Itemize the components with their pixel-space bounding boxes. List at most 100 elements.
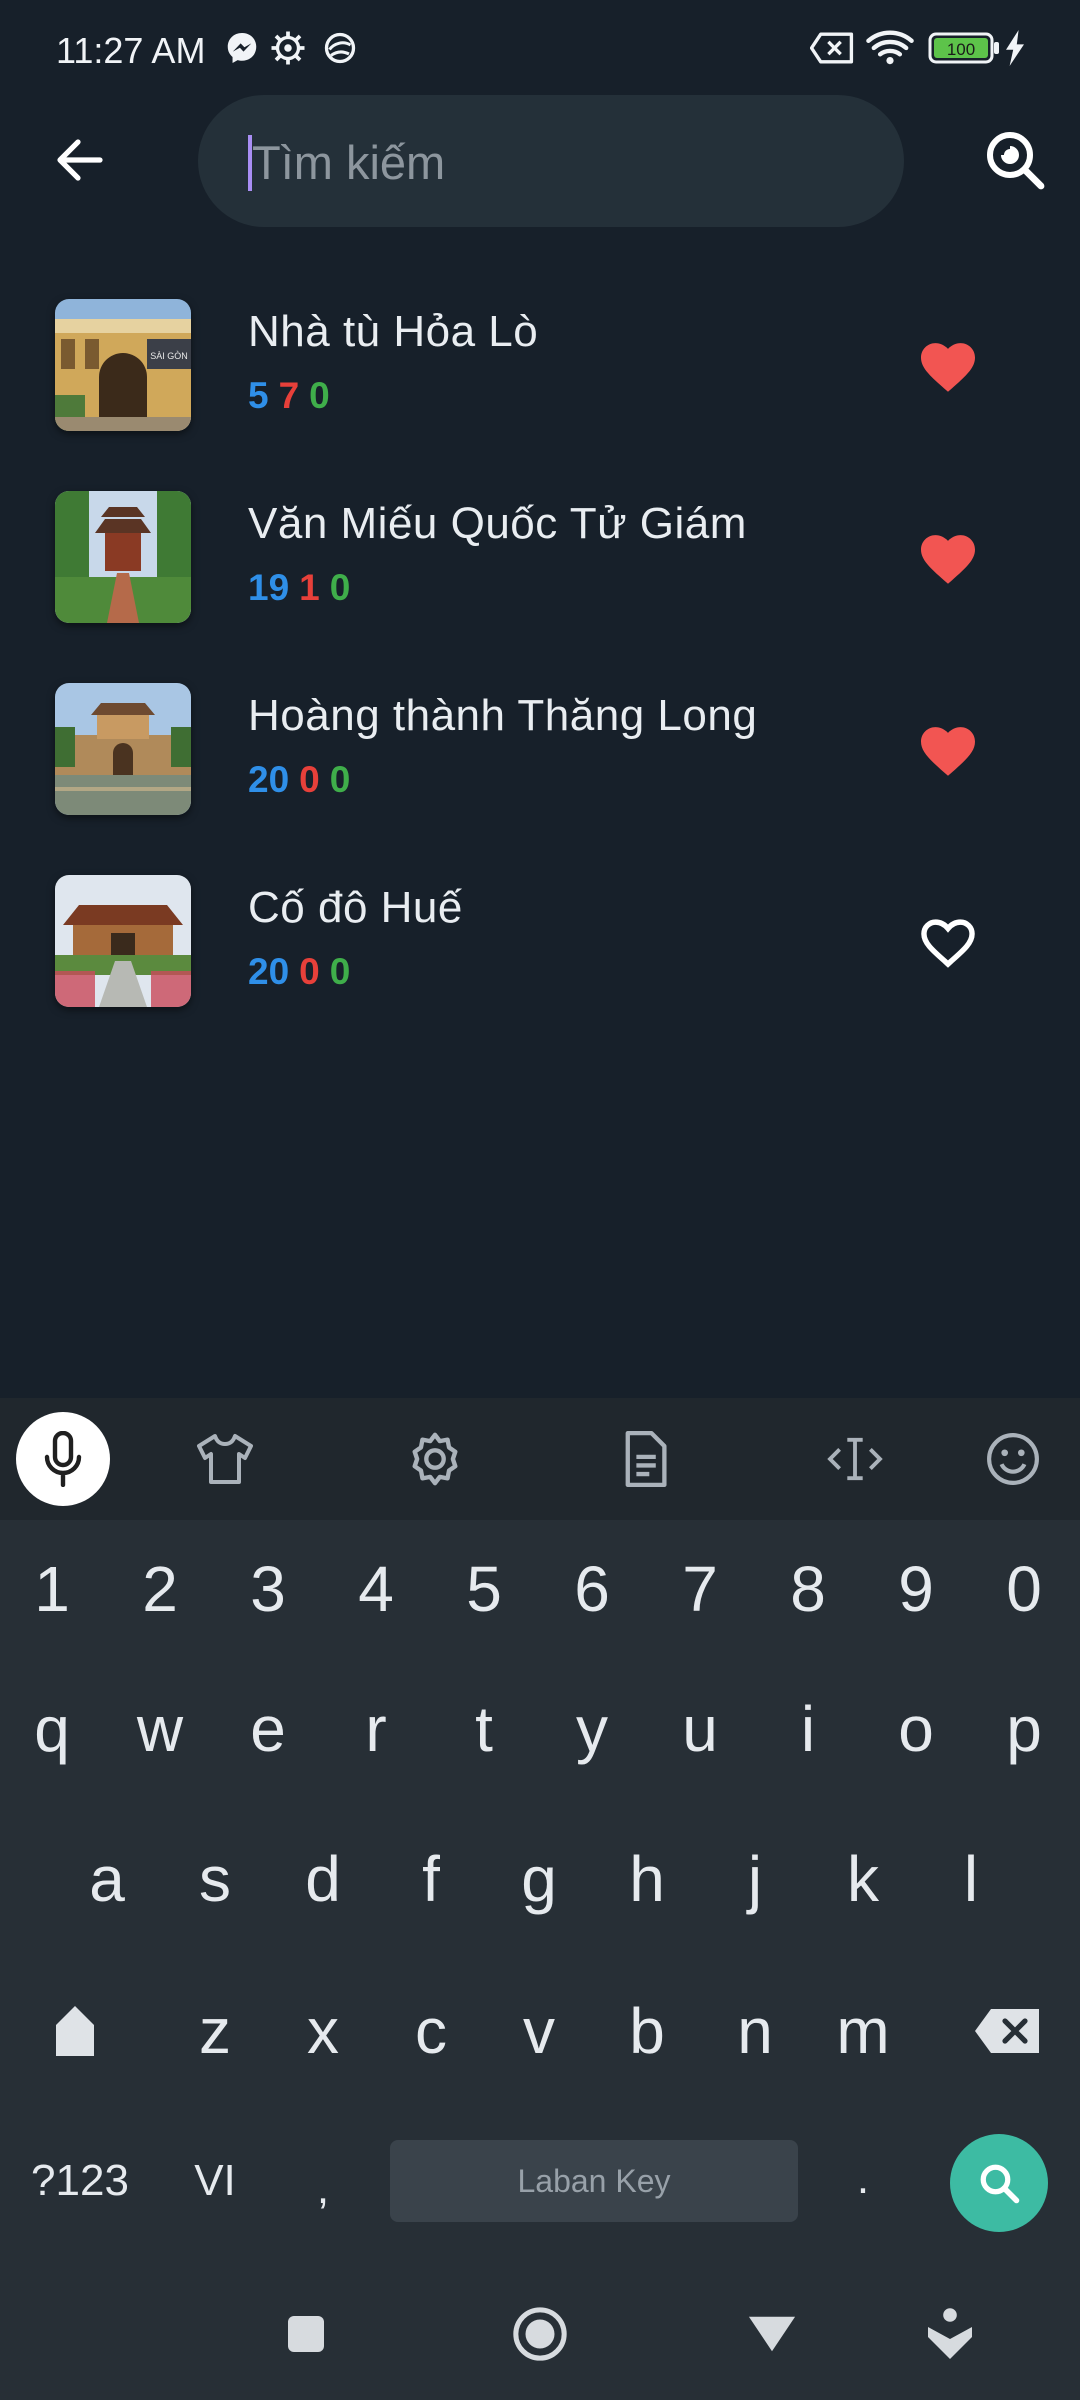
shift-key[interactable] bbox=[30, 1986, 120, 2076]
keyboard-settings-button[interactable] bbox=[390, 1416, 480, 1502]
count-green: 0 bbox=[309, 375, 330, 416]
keyboard-search-key[interactable] bbox=[950, 2134, 1048, 2232]
count-red: 0 bbox=[299, 951, 320, 992]
heart-outline-icon bbox=[921, 919, 975, 968]
key-0[interactable]: 0 bbox=[979, 1544, 1069, 1634]
list-item[interactable]: SÀI GÒN Nhà tù Hỏa Lò 570 bbox=[0, 285, 1080, 477]
place-name: Hoàng thành Thăng Long bbox=[248, 691, 758, 740]
nav-hide-keyboard-button[interactable] bbox=[732, 2304, 812, 2364]
cursor-move-button[interactable] bbox=[810, 1416, 900, 1502]
space-key[interactable]: Laban Key bbox=[390, 2140, 798, 2222]
place-name: Cố đô Huế bbox=[248, 883, 463, 932]
key-v[interactable]: v bbox=[494, 1986, 584, 2076]
key-r[interactable]: r bbox=[331, 1684, 421, 1774]
key-e[interactable]: e bbox=[223, 1684, 313, 1774]
key-m[interactable]: m bbox=[818, 1986, 908, 2076]
comma-key[interactable]: , bbox=[278, 2144, 368, 2234]
count-red: 7 bbox=[278, 375, 300, 416]
arrow-left-icon bbox=[57, 139, 103, 181]
list-item[interactable]: Văn Miếu Quốc Tử Giám 19 1 0 bbox=[0, 477, 1080, 669]
key-2[interactable]: 2 bbox=[115, 1544, 205, 1634]
document-icon bbox=[625, 1431, 667, 1487]
key-a[interactable]: a bbox=[62, 1834, 152, 1924]
text-cursor-icon bbox=[827, 1437, 883, 1481]
key-n[interactable]: n bbox=[710, 1986, 800, 2076]
key-b[interactable]: b bbox=[602, 1986, 692, 2076]
place-counts: 20 0 0 bbox=[248, 759, 360, 801]
key-k[interactable]: k bbox=[818, 1834, 908, 1924]
heart-filled-icon bbox=[921, 343, 975, 392]
messenger-icon bbox=[224, 30, 260, 71]
nav-accessibility-button[interactable] bbox=[910, 2304, 990, 2364]
key-s[interactable]: s bbox=[170, 1834, 260, 1924]
search-box[interactable] bbox=[198, 95, 904, 229]
clipboard-button[interactable] bbox=[600, 1416, 690, 1502]
key-q[interactable]: q bbox=[7, 1684, 97, 1774]
place-counts: 20 0 0 bbox=[248, 951, 360, 993]
key-9[interactable]: 9 bbox=[871, 1544, 961, 1634]
key-1[interactable]: 1 bbox=[7, 1544, 97, 1634]
place-thumbnail bbox=[55, 875, 191, 1007]
symbols-key[interactable]: ?123 bbox=[28, 2136, 132, 2226]
battery-level: 100 bbox=[947, 40, 975, 59]
shift-icon bbox=[56, 2006, 94, 2056]
place-counts: 570 bbox=[248, 375, 340, 417]
count-red: 0 bbox=[299, 759, 320, 800]
key-y[interactable]: y bbox=[547, 1684, 637, 1774]
top-app-bar bbox=[0, 90, 1080, 230]
favorite-button[interactable] bbox=[912, 333, 984, 399]
voice-input-button[interactable] bbox=[16, 1412, 110, 1506]
square-icon bbox=[288, 2316, 324, 2352]
favorite-button[interactable] bbox=[912, 525, 984, 591]
nav-recents-button[interactable] bbox=[266, 2304, 346, 2364]
key-7[interactable]: 7 bbox=[655, 1544, 745, 1634]
nav-home-button[interactable] bbox=[500, 2304, 580, 2364]
key-6[interactable]: 6 bbox=[547, 1544, 637, 1634]
place-name: Văn Miếu Quốc Tử Giám bbox=[248, 499, 747, 548]
key-c[interactable]: c bbox=[386, 1986, 476, 2076]
key-g[interactable]: g bbox=[494, 1834, 584, 1924]
key-d[interactable]: d bbox=[278, 1834, 368, 1924]
svg-text:SÀI GÒN: SÀI GÒN bbox=[150, 351, 188, 361]
search-input[interactable] bbox=[250, 95, 854, 229]
backspace-key[interactable] bbox=[962, 1986, 1052, 2076]
key-4[interactable]: 4 bbox=[331, 1544, 421, 1634]
list-item[interactable]: Hoàng thành Thăng Long 20 0 0 bbox=[0, 669, 1080, 861]
triangle-down-icon bbox=[748, 2316, 796, 2352]
key-z[interactable]: z bbox=[170, 1986, 260, 2076]
count-red: 1 bbox=[299, 567, 320, 608]
key-l[interactable]: l bbox=[926, 1834, 1016, 1924]
period-key[interactable]: . bbox=[818, 2134, 908, 2224]
back-button[interactable] bbox=[40, 120, 120, 200]
place-thumbnail: SÀI GÒN bbox=[55, 299, 191, 431]
key-w[interactable]: w bbox=[115, 1684, 205, 1774]
key-p[interactable]: p bbox=[979, 1684, 1069, 1774]
home-circle-icon bbox=[513, 2307, 567, 2361]
list-item[interactable]: Cố đô Huế 20 0 0 bbox=[0, 861, 1080, 1053]
settings-icon bbox=[270, 30, 306, 71]
language-key[interactable]: VI bbox=[170, 2136, 260, 2226]
battery-icon: 100 bbox=[928, 32, 1000, 69]
key-8[interactable]: 8 bbox=[763, 1544, 853, 1634]
shirt-icon bbox=[197, 1434, 253, 1484]
place-name: Nhà tù Hỏa Lò bbox=[248, 307, 539, 356]
key-t[interactable]: t bbox=[439, 1684, 529, 1774]
key-5[interactable]: 5 bbox=[439, 1544, 529, 1634]
emoji-button[interactable] bbox=[968, 1416, 1058, 1502]
count-blue: 19 bbox=[248, 567, 290, 608]
count-green: 0 bbox=[329, 567, 351, 608]
key-x[interactable]: x bbox=[278, 1986, 368, 2076]
key-i[interactable]: i bbox=[763, 1684, 853, 1774]
search-button[interactable] bbox=[970, 120, 1060, 200]
favorite-button[interactable] bbox=[912, 909, 984, 975]
key-j[interactable]: j bbox=[710, 1834, 800, 1924]
key-3[interactable]: 3 bbox=[223, 1544, 313, 1634]
favorite-button[interactable] bbox=[912, 717, 984, 783]
key-o[interactable]: o bbox=[871, 1684, 961, 1774]
key-h[interactable]: h bbox=[602, 1834, 692, 1924]
theme-button[interactable] bbox=[180, 1416, 270, 1502]
key-u[interactable]: u bbox=[655, 1684, 745, 1774]
key-f[interactable]: f bbox=[386, 1834, 476, 1924]
keyboard-toolbar bbox=[0, 1398, 1080, 1520]
place-thumbnail bbox=[55, 683, 191, 815]
